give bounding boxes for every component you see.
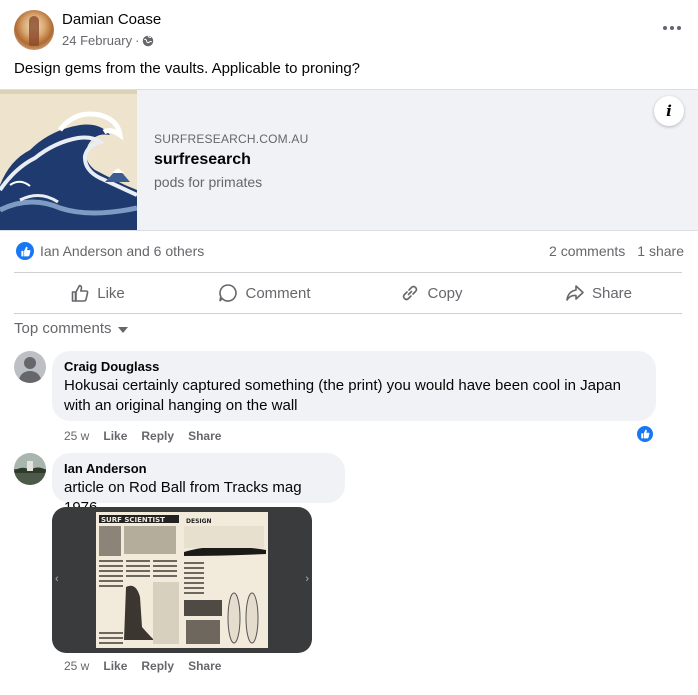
post-header: Damian Coase 24 February ·	[14, 10, 684, 52]
shares-count[interactable]: 1 share	[637, 243, 684, 259]
copy-button[interactable]: Copy	[348, 273, 515, 313]
comment-like-reaction-icon[interactable]	[636, 425, 654, 443]
comment-time[interactable]: 25 w	[64, 429, 89, 443]
meta-separator: ·	[135, 33, 140, 48]
link-preview-card[interactable]: SURFRESEARCH.COM.AU surfresearch pods fo…	[0, 89, 698, 231]
comment-like-button[interactable]: Like	[103, 429, 127, 443]
magazine-section: DESIGN	[186, 518, 212, 525]
post-meta: 24 February ·	[62, 33, 154, 48]
commenter-name[interactable]: Craig Douglass	[64, 359, 644, 374]
globe-icon	[143, 35, 154, 46]
commenter-avatar[interactable]	[14, 351, 46, 383]
divider	[14, 313, 682, 314]
comment-sort-label: Top comments	[14, 320, 112, 337]
comment-sort-dropdown[interactable]: Top comments	[14, 320, 128, 337]
share-icon	[566, 285, 584, 301]
reactions-bar: Ian Anderson and 6 others 2 comments 1 s…	[14, 241, 684, 263]
link-icon	[403, 285, 418, 301]
share-button[interactable]: Share	[515, 273, 682, 313]
previous-image-arrow-icon[interactable]: ‹	[55, 573, 59, 585]
more-dot-icon	[677, 26, 681, 30]
comment-reply-button[interactable]: Reply	[141, 429, 174, 443]
link-description: pods for primates	[154, 174, 263, 190]
commenter-avatar[interactable]	[14, 453, 46, 485]
comment-image-attachment[interactable]: ‹ SURF SCIENTIST DESIGN ›	[52, 507, 312, 653]
reaction-names[interactable]: Ian Anderson and 6 others	[40, 243, 204, 259]
comment-button[interactable]: Comment	[181, 273, 348, 313]
magazine-scan-image: SURF SCIENTIST DESIGN	[96, 512, 268, 648]
next-image-arrow-icon[interactable]: ›	[305, 573, 309, 585]
caret-down-icon	[117, 326, 128, 333]
comment-bubble: Ian Anderson article on Rod Ball from Tr…	[52, 453, 345, 516]
like-reaction-icon[interactable]	[16, 242, 34, 260]
engagement-counts: 2 comments 1 share	[549, 243, 684, 259]
link-title[interactable]: surfresearch	[154, 151, 251, 169]
comment-like-button[interactable]: Like	[103, 659, 127, 673]
comment-text: Hokusai certainly captured something (th…	[64, 377, 621, 414]
comment-time[interactable]: 25 w	[64, 659, 89, 673]
like-button[interactable]: Like	[14, 273, 181, 313]
comment-item: Craig Douglass Hokusai certainly capture…	[14, 351, 684, 451]
comment-bubble: Craig Douglass Hokusai certainly capture…	[52, 351, 656, 421]
more-options-button[interactable]	[660, 18, 684, 38]
copy-label: Copy	[427, 284, 463, 302]
link-domain: SURFRESEARCH.COM.AU	[154, 132, 309, 146]
more-dot-icon	[670, 26, 674, 30]
more-dot-icon	[663, 26, 667, 30]
info-button[interactable]: i	[654, 96, 684, 126]
magazine-headline: SURF SCIENTIST	[101, 516, 165, 524]
post-text: Design gems from the vaults. Applicable …	[14, 60, 361, 77]
commenter-photo	[14, 453, 46, 485]
author-avatar[interactable]	[14, 10, 54, 50]
info-icon: i	[666, 102, 672, 120]
thumbs-up-icon	[71, 284, 89, 302]
comment-share-button[interactable]: Share	[188, 429, 221, 443]
link-thumbnail[interactable]	[0, 90, 137, 230]
magazine-page-art: SURF SCIENTIST DESIGN	[96, 512, 268, 648]
comment-label: Comment	[245, 284, 311, 302]
great-wave-image	[0, 90, 137, 230]
like-label: Like	[97, 284, 125, 302]
comment-icon	[219, 284, 238, 302]
comment-reply-button[interactable]: Reply	[141, 659, 174, 673]
post-date[interactable]: 24 February	[62, 33, 132, 48]
default-user-icon	[14, 351, 46, 383]
author-name[interactable]: Damian Coase	[62, 11, 161, 28]
post-actions: Like Comment Copy Share	[14, 273, 682, 313]
comment-footer: 25 w Like Reply Share	[64, 429, 221, 443]
commenter-name[interactable]: Ian Anderson	[64, 461, 333, 476]
comment-share-button[interactable]: Share	[188, 659, 221, 673]
share-label: Share	[591, 284, 633, 302]
comments-count[interactable]: 2 comments	[549, 243, 625, 259]
comment-footer: 25 w Like Reply Share	[64, 659, 221, 673]
